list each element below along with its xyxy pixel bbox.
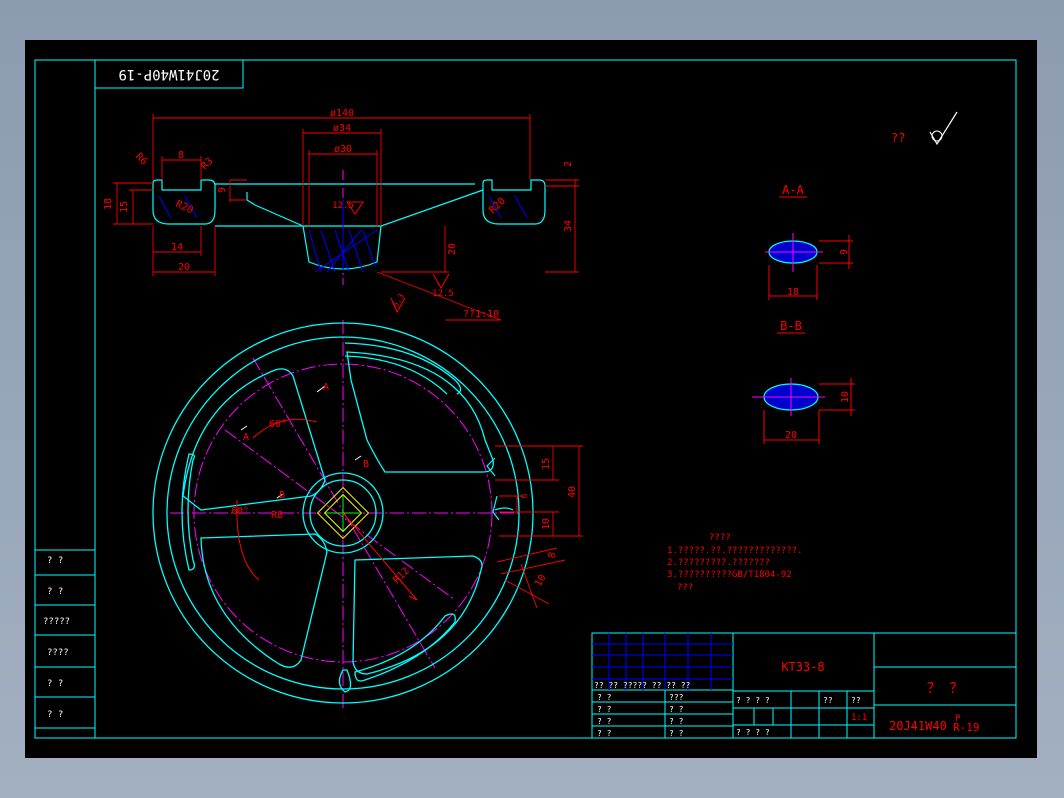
dim-angle-60-left: 60° <box>231 506 249 517</box>
roughness-12-5-b: 12.5 <box>432 289 454 299</box>
plan-view: A A B B 60° 60° R8 R12 15 40 10 8 10 6 <box>152 320 583 708</box>
title-placeholder: ？ ？ <box>927 681 963 697</box>
scale-value: 1:1 <box>851 713 867 723</box>
stage-label: ? ? ? ? <box>736 696 770 705</box>
label-cell: ? ? <box>597 705 612 714</box>
dim-w8: 8 <box>178 150 184 161</box>
dim-h10b-plan: 10 <box>533 573 549 589</box>
drawing-code-sub: R-19 <box>953 721 980 734</box>
roughness-note: ?? <box>891 131 905 145</box>
sheet-row: ? ? ? ? <box>736 728 770 737</box>
section-mark-a: A <box>243 432 249 443</box>
weight-label: ?? <box>823 696 833 705</box>
dim-angle-60-top: 60° <box>269 419 287 430</box>
dim-h8-plan: 8 <box>546 551 558 560</box>
front-section-view: ø140 ø34 ø30 R6 8 R3 18 15 R20 14 20 9 1… <box>103 108 579 321</box>
dim-h20: 20 <box>447 243 458 255</box>
section-mark-a: A <box>323 382 329 393</box>
section-mark-b: B <box>279 490 285 501</box>
taper-note: ??1:10 <box>463 309 499 320</box>
part-name: KT33-8 <box>781 660 824 674</box>
dim-w14: 14 <box>171 242 183 253</box>
mirrored-drawing-code: 20J41W40P-19 <box>118 66 219 82</box>
dim-aa-width: 18 <box>787 287 799 298</box>
section-mark-b: B <box>363 459 369 470</box>
notes-heading: ???? <box>709 533 731 543</box>
left-strip <box>34 549 96 739</box>
dim-r6: R6 <box>133 151 149 167</box>
scale-label: ?? <box>851 696 861 705</box>
dim-h18: 18 <box>103 198 114 210</box>
label-cell: ??? <box>669 693 684 702</box>
left-strip-item: ????? <box>43 617 70 627</box>
label-cell: ? ? <box>669 705 684 714</box>
label-cell: ? ? <box>669 717 684 726</box>
dim-bb-width: 20 <box>785 430 797 441</box>
label-cell: ? ? <box>597 729 612 738</box>
section-bb-title: B-B <box>780 319 802 333</box>
left-strip-item: ? ? <box>47 679 63 689</box>
dim-d30: ø30 <box>334 144 352 155</box>
dim-d140: ø140 <box>330 108 354 119</box>
left-strip-item: ? ? <box>47 710 63 720</box>
note-line: 2.?????????.??????? <box>667 558 770 568</box>
title-row-header: ?? ?? ????? ?? ?? ?? <box>594 681 691 690</box>
dim-r3: R3 <box>199 156 215 172</box>
label-cell: ? ? <box>597 693 612 702</box>
dim-h6-plan: 6 <box>520 493 529 498</box>
left-strip-item: ???? <box>47 648 69 658</box>
roughness-symbol-general: ?? <box>891 111 958 146</box>
dim-bb-height: 10 <box>840 391 851 403</box>
dim-h15-plan: 15 <box>541 458 552 470</box>
dim-r8: R8 <box>271 510 283 521</box>
left-strip-labels: ? ? ? ? ????? ???? ? ? ? ? <box>43 556 70 720</box>
cad-drawing: 20J41W40P-19 ? ? ? ? ????? ???? ? ? ? ? <box>34 59 1017 739</box>
dim-h9: 9 <box>217 187 228 193</box>
note-line: ??? <box>677 583 693 593</box>
dim-h10-plan: 10 <box>541 518 552 530</box>
note-line: 1.?????.??.?????????????. <box>667 546 802 556</box>
dim-w20: 20 <box>178 262 190 273</box>
dim-r20-left: R20 <box>174 199 195 217</box>
drawing-frame <box>34 59 1017 739</box>
dim-h2: 2 <box>563 161 574 167</box>
dim-h40-plan: 40 <box>567 486 578 498</box>
roughness-12-5-a: 12.5 <box>332 201 354 211</box>
technical-notes: ???? 1.?????.??.?????????????. 2.???????… <box>667 533 802 593</box>
dim-h34: 34 <box>563 220 574 232</box>
left-strip-item: ? ? <box>47 556 63 566</box>
dim-h15: 15 <box>119 201 130 213</box>
section-a-a: A-A 18 9 <box>765 183 853 300</box>
section-b-b: B-B 20 10 <box>752 319 855 444</box>
section-aa-title: A-A <box>782 183 804 197</box>
drawing-viewport[interactable]: 20J41W40P-19 ? ? ? ? ????? ???? ? ? ? ? <box>25 40 1037 758</box>
dim-aa-height: 9 <box>839 249 850 255</box>
label-cell: ? ? <box>597 717 612 726</box>
drawing-code-main: 20J41W40 <box>889 719 947 733</box>
dim-d34: ø34 <box>333 123 351 134</box>
left-strip-item: ? ? <box>47 587 63 597</box>
mirrored-code-box: 20J41W40P-19 <box>94 59 244 89</box>
dim-r12: R12 <box>391 566 412 587</box>
label-cell: ? ? <box>669 729 684 738</box>
note-line: 3.??????????GB/T1804-92 <box>667 570 792 580</box>
